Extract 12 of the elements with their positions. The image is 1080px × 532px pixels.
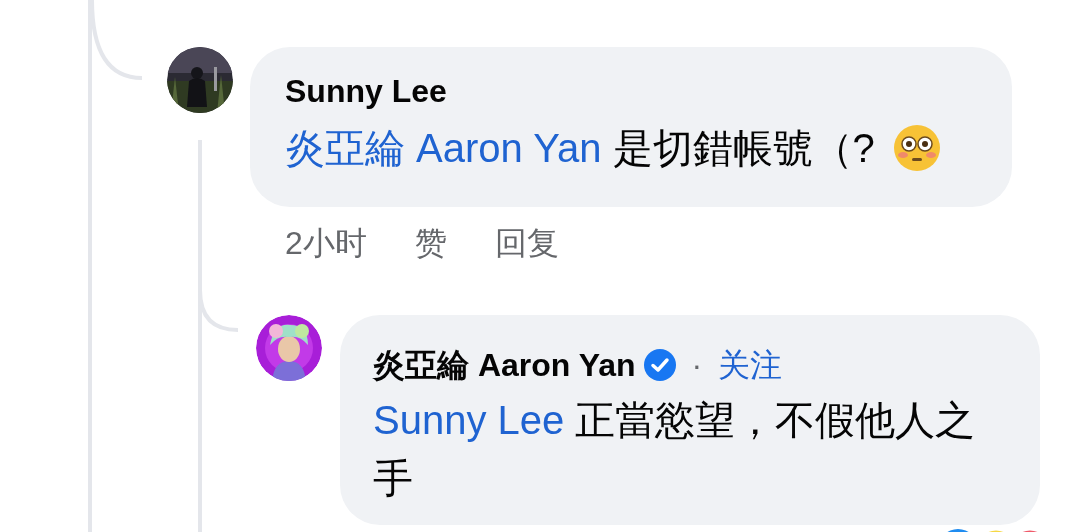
flushed-face-icon: [892, 124, 941, 172]
follow-link[interactable]: 关注: [718, 345, 783, 385]
author-name[interactable]: 炎亞綸 Aaron Yan: [373, 345, 636, 385]
mention-link[interactable]: 炎亞綸 Aaron Yan: [285, 126, 602, 170]
separator-dot: ·: [691, 346, 703, 385]
author-name[interactable]: Sunny Lee: [285, 71, 1012, 111]
mention-link[interactable]: Sunny Lee: [373, 398, 565, 442]
comment-action[interactable]: 赞: [414, 221, 447, 265]
comment-text: 炎亞綸 Aaron Yan 是切錯帳號（?: [285, 125, 875, 172]
comment-action[interactable]: 回复: [494, 221, 559, 265]
reply-text: Sunny Lee 正當慾望，不假他人之手: [373, 397, 977, 502]
comment-time: 2小时: [285, 224, 367, 263]
